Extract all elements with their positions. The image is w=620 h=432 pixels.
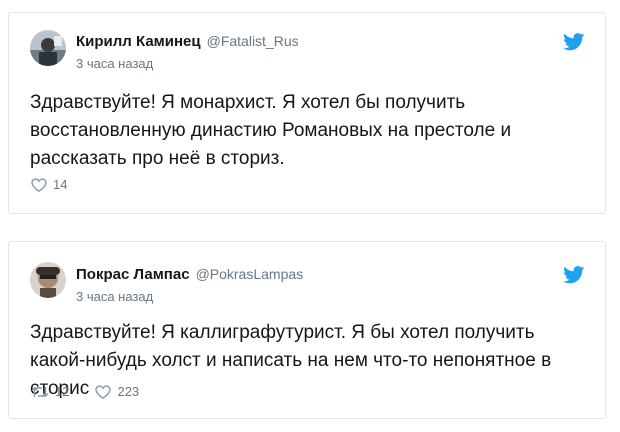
tweet-actions: 12 223 <box>31 384 165 399</box>
retweet-count: 12 <box>55 384 70 399</box>
timestamp[interactable]: 3 часа назад <box>76 289 153 304</box>
retweet-button[interactable]: 12 <box>31 384 69 399</box>
author-line: Покрас Лампас @PokrasLampas <box>76 266 303 283</box>
user-handle[interactable]: @PokrasLampas <box>196 266 304 282</box>
tweet-card: Покрас Лампас @PokrasLampas 3 часа назад … <box>8 241 606 419</box>
display-name[interactable]: Покрас Лампас <box>76 266 190 283</box>
tweet-actions: 14 <box>31 177 93 192</box>
twitter-bird-icon[interactable] <box>563 266 585 284</box>
timestamp[interactable]: 3 часа назад <box>76 56 153 71</box>
like-count: 223 <box>117 384 140 399</box>
avatar[interactable] <box>30 30 66 66</box>
like-button[interactable]: 14 <box>31 177 67 192</box>
tweet-text: Здравствуйте! Я монархист. Я хотел бы по… <box>30 92 512 169</box>
retweet-icon <box>31 386 49 397</box>
twitter-bird-icon[interactable] <box>563 33 585 51</box>
heart-icon <box>31 177 47 192</box>
like-button[interactable]: 223 <box>95 384 139 399</box>
tweet-card: Кирилл Каминец @Fatalist_Rus 3 часа назад… <box>8 12 606 214</box>
like-count: 14 <box>53 177 68 192</box>
display-name[interactable]: Кирилл Каминец <box>76 33 201 50</box>
heart-icon <box>95 384 112 399</box>
author-line: Кирилл Каминец @Fatalist_Rus <box>76 33 299 50</box>
user-handle[interactable]: @Fatalist_Rus <box>207 33 299 49</box>
avatar[interactable] <box>30 262 66 298</box>
